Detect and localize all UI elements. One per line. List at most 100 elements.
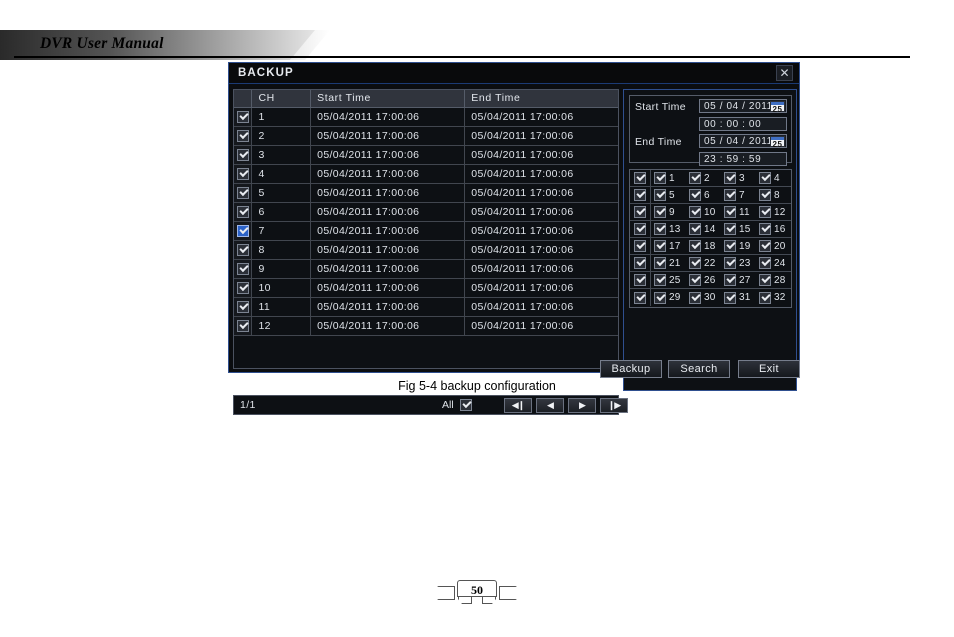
channel-checkbox[interactable] [724,206,736,218]
table-row[interactable]: 2 05/04/2011 17:00:06 05/04/2011 17:00:06 [234,126,618,146]
channel-checkbox[interactable] [759,223,771,235]
end-time-input[interactable]: 23 : 59 : 59 [699,152,787,166]
channel-cell[interactable]: 16 [756,223,791,235]
channel-cell[interactable]: 22 [686,257,721,269]
table-row[interactable]: 7 05/04/2011 17:00:06 05/04/2011 17:00:06 [234,221,618,241]
table-row[interactable]: 6 05/04/2011 17:00:06 05/04/2011 17:00:06 [234,202,618,222]
table-row[interactable]: 5 05/04/2011 17:00:06 05/04/2011 17:00:06 [234,183,618,203]
channel-row-all-checkbox[interactable] [634,291,646,304]
channel-checkbox[interactable] [759,206,771,218]
row-select-cell[interactable] [234,278,253,298]
channel-checkbox[interactable] [689,172,701,184]
table-row[interactable]: 9 05/04/2011 17:00:06 05/04/2011 17:00:06 [234,259,618,279]
row-select-cell[interactable] [234,221,253,241]
channel-checkbox[interactable] [654,206,666,218]
channel-checkbox[interactable] [724,240,736,252]
channel-cell[interactable]: 12 [756,206,791,218]
start-time-input[interactable]: 00 : 00 : 00 [699,117,787,131]
channel-checkbox[interactable] [654,223,666,235]
channel-checkbox[interactable] [759,291,771,304]
channel-checkbox[interactable] [724,274,736,286]
channel-cell[interactable]: 9 [651,206,686,218]
channel-cell[interactable]: 25 [651,274,686,286]
channel-checkbox[interactable] [724,291,736,304]
channel-cell[interactable]: 4 [756,172,791,184]
channel-checkbox[interactable] [724,257,736,269]
channel-checkbox[interactable] [724,172,736,184]
channel-cell[interactable]: 15 [721,223,756,235]
select-all-checkbox[interactable] [460,399,472,411]
channel-checkbox[interactable] [689,274,701,286]
row-select-cell[interactable] [234,126,253,146]
channel-checkbox[interactable] [759,240,771,252]
row-checkbox[interactable] [236,205,249,218]
row-select-cell[interactable] [234,183,253,203]
channel-cell[interactable]: 14 [686,223,721,235]
prev-page-button[interactable]: ◀ [536,398,564,413]
row-checkbox[interactable] [236,129,249,142]
channel-checkbox[interactable] [654,291,666,304]
channel-row-select-all[interactable] [630,204,651,220]
channel-cell[interactable]: 26 [686,274,721,286]
end-date-input[interactable]: 05 / 04 / 2011 25 [699,134,787,149]
row-checkbox[interactable] [236,148,249,161]
channel-checkbox[interactable] [689,291,701,304]
table-row[interactable]: 12 05/04/2011 17:00:06 05/04/2011 17:00:06 [234,316,618,336]
channel-checkbox[interactable] [654,257,666,269]
row-checkbox[interactable] [236,300,249,313]
backup-button[interactable]: Backup [600,360,662,378]
channel-cell[interactable]: 11 [721,206,756,218]
row-checkbox[interactable] [236,110,249,123]
channel-row-select-all[interactable] [630,221,651,237]
calendar-icon[interactable]: 25 [770,136,785,149]
row-checkbox[interactable] [236,243,249,256]
channel-cell[interactable]: 28 [756,274,791,286]
channel-row-all-checkbox[interactable] [634,206,646,218]
channel-cell[interactable]: 30 [686,291,721,304]
row-checkbox[interactable] [236,186,249,199]
channel-checkbox[interactable] [689,206,701,218]
channel-row-all-checkbox[interactable] [634,257,646,269]
row-select-cell[interactable] [234,259,253,279]
channel-checkbox[interactable] [689,257,701,269]
channel-checkbox[interactable] [654,172,666,184]
channel-row-all-checkbox[interactable] [634,189,646,201]
channel-cell[interactable]: 18 [686,240,721,252]
channel-cell[interactable]: 19 [721,240,756,252]
channel-cell[interactable]: 13 [651,223,686,235]
channel-cell[interactable]: 10 [686,206,721,218]
channel-checkbox[interactable] [759,257,771,269]
last-page-button[interactable]: ❙▶ [600,398,628,413]
channel-cell[interactable]: 32 [756,291,791,304]
channel-checkbox[interactable] [724,189,736,201]
channel-checkbox[interactable] [654,274,666,286]
channel-cell[interactable]: 7 [721,189,756,201]
channel-cell[interactable]: 27 [721,274,756,286]
channel-row-all-checkbox[interactable] [634,172,646,184]
channel-checkbox[interactable] [654,189,666,201]
row-checkbox[interactable] [236,319,249,332]
row-select-cell[interactable] [234,297,253,317]
channel-cell[interactable]: 8 [756,189,791,201]
table-row[interactable]: 1 05/04/2011 17:00:06 05/04/2011 17:00:06 [234,107,618,127]
channel-cell[interactable]: 20 [756,240,791,252]
row-select-cell[interactable] [234,107,253,127]
first-page-button[interactable]: ◀❙ [504,398,532,413]
channel-cell[interactable]: 3 [721,172,756,184]
channel-checkbox[interactable] [759,274,771,286]
row-select-cell[interactable] [234,316,253,336]
table-row[interactable]: 3 05/04/2011 17:00:06 05/04/2011 17:00:06 [234,145,618,165]
channel-checkbox[interactable] [654,240,666,252]
channel-row-select-all[interactable] [630,272,651,288]
channel-row-select-all[interactable] [630,255,651,271]
channel-cell[interactable]: 6 [686,189,721,201]
next-page-button[interactable]: ▶ [568,398,596,413]
channel-row-select-all[interactable] [630,170,651,186]
channel-checkbox[interactable] [759,189,771,201]
channel-row-all-checkbox[interactable] [634,223,646,235]
channel-row-select-all[interactable] [630,238,651,254]
table-row[interactable]: 8 05/04/2011 17:00:06 05/04/2011 17:00:06 [234,240,618,260]
channel-cell[interactable]: 29 [651,291,686,304]
channel-row-select-all[interactable] [630,187,651,203]
channel-cell[interactable]: 23 [721,257,756,269]
